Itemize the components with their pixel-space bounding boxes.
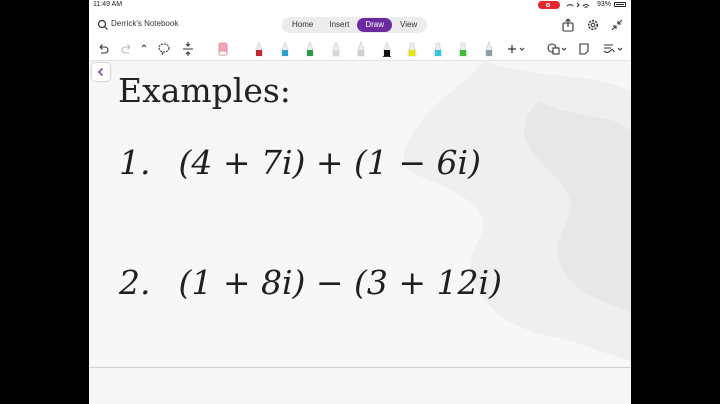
undo-icon[interactable] xyxy=(97,41,109,57)
battery-percent: 93% xyxy=(597,1,612,8)
pen-icon[interactable] xyxy=(484,41,494,57)
top-bar: Derrick's Notebook Home Insert Draw View xyxy=(89,12,631,38)
problem-expression: (4 + 7i) + (1 − 6i) xyxy=(178,143,481,182)
tab-draw[interactable]: Draw xyxy=(357,18,393,32)
pen-icon[interactable] xyxy=(356,41,366,57)
tab-home[interactable]: Home xyxy=(284,18,321,32)
add-pen-icon[interactable] xyxy=(506,41,526,57)
add-space-icon[interactable] xyxy=(182,41,194,57)
collapse-icon[interactable] xyxy=(610,18,624,32)
status-bar: 11:49 AM 93% xyxy=(89,0,631,10)
problem-number: 1. xyxy=(119,143,151,182)
ink-to-text-icon[interactable] xyxy=(602,41,626,57)
battery-icon xyxy=(614,2,626,7)
background-smudge xyxy=(403,61,631,361)
wifi-icon xyxy=(566,2,590,8)
status-time: 11:49 AM xyxy=(93,1,123,8)
page-heading: Examples: xyxy=(118,71,291,110)
highlighter-icon[interactable] xyxy=(458,41,468,57)
share-icon[interactable] xyxy=(561,18,575,32)
shapes-icon[interactable] xyxy=(546,41,568,57)
draw-toolbar xyxy=(89,38,631,61)
problem-number: 2. xyxy=(119,263,151,302)
back-button[interactable] xyxy=(92,63,110,81)
app-screen: 11:49 AM 93% Derrick's Notebook Home Ins… xyxy=(89,0,631,404)
chevron-left-icon xyxy=(98,68,103,76)
problem-row: 2. (1 + 8i) − (3 + 12i) xyxy=(119,263,502,302)
problem-row: 1. (4 + 7i) + (1 − 6i) xyxy=(119,143,481,182)
notebook-title[interactable]: Derrick's Notebook xyxy=(111,19,178,28)
lasso-select-icon[interactable] xyxy=(157,41,171,57)
pen-icon[interactable] xyxy=(254,41,264,57)
tab-view[interactable]: View xyxy=(392,18,425,32)
pen-icon[interactable] xyxy=(382,41,392,57)
tab-insert[interactable]: Insert xyxy=(321,18,357,32)
note-page[interactable]: Examples: 1. (4 + 7i) + (1 − 6i) 2. (1 +… xyxy=(89,61,631,404)
pen-icon[interactable] xyxy=(280,41,290,57)
more-icon[interactable] xyxy=(141,41,147,57)
ink-to-shape-icon[interactable] xyxy=(578,41,590,57)
highlighter-icon[interactable] xyxy=(433,41,443,57)
page-divider xyxy=(89,367,631,368)
gear-icon[interactable] xyxy=(586,18,600,32)
search-icon[interactable] xyxy=(97,19,109,31)
problem-expression: (1 + 8i) − (3 + 12i) xyxy=(178,263,502,302)
eraser-icon[interactable] xyxy=(217,41,229,57)
screen-recording-indicator xyxy=(538,1,560,9)
pen-icon[interactable] xyxy=(331,41,341,57)
redo-icon[interactable] xyxy=(121,41,133,57)
highlighter-icon[interactable] xyxy=(407,41,417,57)
pen-icon[interactable] xyxy=(305,41,315,57)
ribbon-tabs: Home Insert Draw View xyxy=(282,17,428,33)
